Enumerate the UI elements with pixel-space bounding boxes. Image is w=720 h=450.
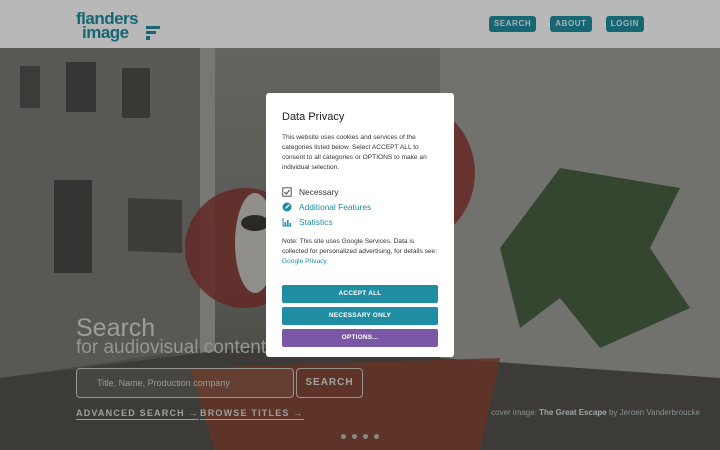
category-additional-features[interactable]: Additional Features bbox=[282, 202, 371, 212]
category-statistics[interactable]: Statistics bbox=[282, 217, 333, 227]
dialog-description: This website uses cookies and services o… bbox=[282, 134, 427, 171]
category-necessary[interactable]: Necessary bbox=[282, 187, 339, 197]
google-privacy-link[interactable]: Google Privacy bbox=[282, 258, 327, 265]
options-button[interactable]: OPTIONS... bbox=[282, 329, 438, 347]
necessary-only-button[interactable]: NECESSARY ONLY bbox=[282, 307, 438, 325]
rocket-icon bbox=[282, 202, 292, 212]
category-label: Necessary bbox=[299, 187, 339, 197]
category-label: Statistics bbox=[299, 217, 333, 227]
dialog-title: Data Privacy bbox=[282, 111, 345, 123]
data-privacy-dialog: Data Privacy This website uses cookies a… bbox=[266, 93, 454, 357]
accept-all-button[interactable]: ACCEPT ALL bbox=[282, 285, 438, 303]
category-label: Additional Features bbox=[299, 202, 372, 212]
note-text: Note: This site uses Google Services. Da… bbox=[282, 238, 438, 255]
bar-chart-icon bbox=[282, 218, 292, 227]
checkbox-icon bbox=[282, 187, 292, 197]
google-services-note: Note: This site uses Google Services. Da… bbox=[282, 237, 438, 267]
